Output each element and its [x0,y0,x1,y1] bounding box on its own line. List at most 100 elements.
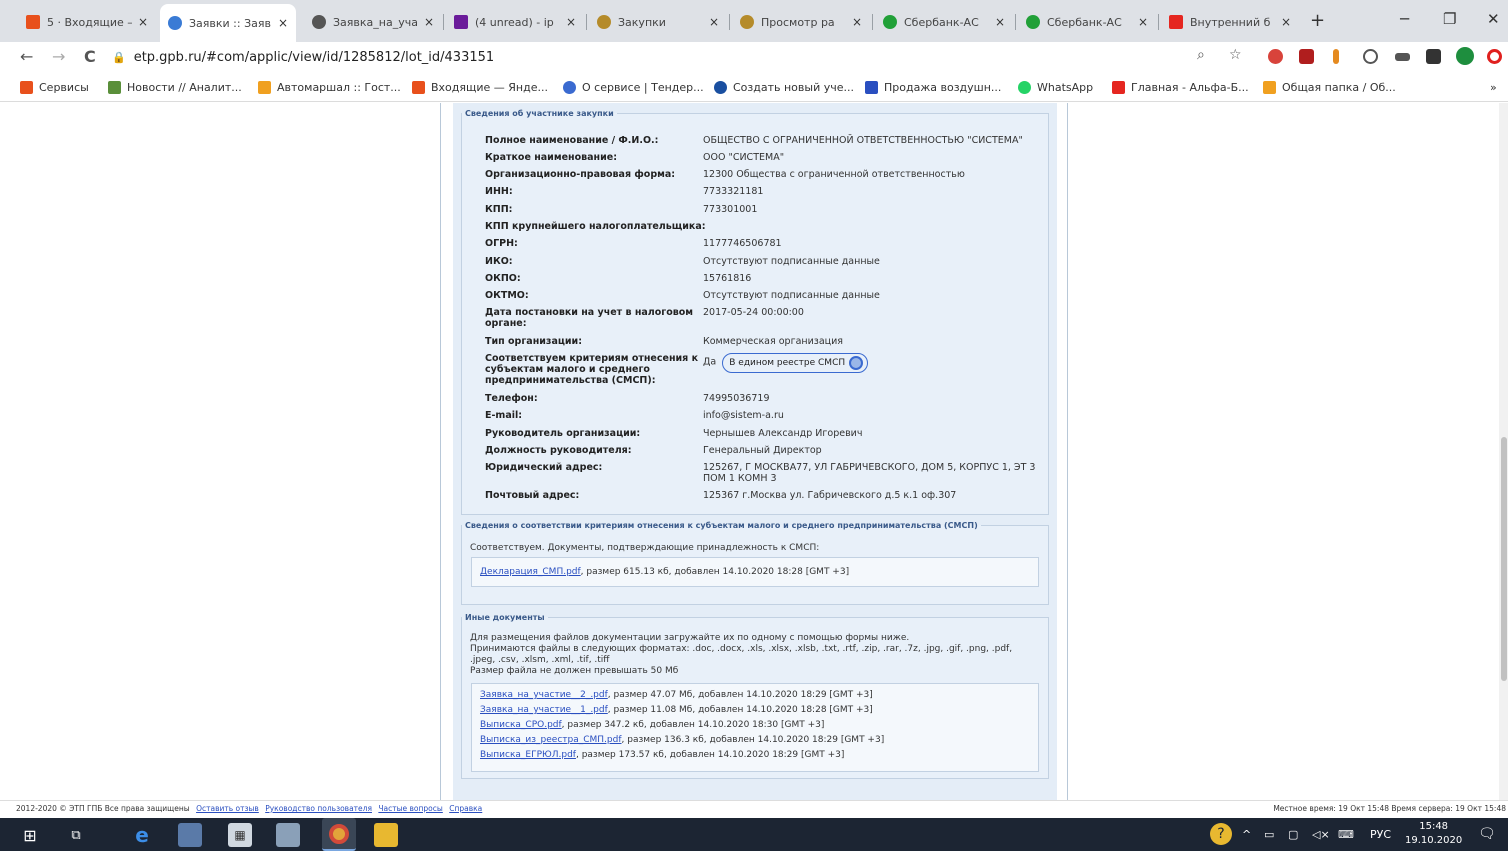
site-icon [168,16,182,30]
maximize-button[interactable]: ❐ [1443,10,1456,28]
tab-close-icon[interactable]: × [852,15,862,29]
scrollbar-thumb[interactable] [1501,437,1507,681]
bookmark-icon [258,81,271,94]
feedback-link[interactable]: Оставить отзыв [196,804,259,813]
bookmarks-more-button[interactable]: » [1490,81,1497,94]
notifications-icon[interactable]: 🗨 [1478,826,1496,842]
bookmark-item[interactable]: Новости // Аналит... [108,81,242,94]
tab-close-icon[interactable]: × [1281,15,1291,29]
tab-close-icon[interactable]: × [138,15,148,29]
zoom-icon[interactable]: ⌕ [1197,47,1205,63]
opera-icon[interactable] [1487,49,1502,64]
extension-icon[interactable] [1395,53,1410,61]
volume-icon[interactable]: ◁× [1312,828,1330,841]
network-icon[interactable]: ▭ [1264,828,1274,841]
bookmark-services[interactable]: Сервисы [20,81,89,94]
field-label: Краткое наименование: [485,152,618,163]
star-icon[interactable]: ☆ [1229,47,1242,63]
field-label: КПП крупнейшего налогоплательщика: [485,221,706,232]
bookmark-item[interactable]: Общая папка / Об... [1263,81,1396,94]
keyboard-icon[interactable]: ⌨ [1338,828,1354,841]
bookmark-item[interactable]: Автомаршал :: Гост... [258,81,401,94]
bookmark-item[interactable]: Создать новый уче... [714,81,854,94]
app-icon[interactable] [276,823,300,847]
whatsapp-icon [1018,81,1031,94]
apps-icon [20,81,33,94]
minimize-button[interactable]: ─ [1400,10,1409,28]
pdf-extension-icon[interactable] [1299,49,1314,64]
forward-button[interactable]: → [52,47,65,66]
user-guide-link[interactable]: Руководство пользователя [265,804,372,813]
close-window-button[interactable]: ✕ [1487,10,1500,28]
sber-icon [1026,15,1040,29]
field-row: ОКТМО: Отсутствуют подписанные данные [485,290,1045,301]
language-indicator[interactable]: РУС [1370,828,1391,841]
bookmark-label: Общая папка / Об... [1282,81,1396,94]
file-link[interactable]: Выписка_ЕГРЮЛ.pdf [480,750,576,760]
field-row: ОГРН: 1177746506781 [485,238,1045,249]
tab-4[interactable]: (4 unread) - ip × [446,7,584,37]
field-row: Должность руководителя: Генеральный Дирек… [485,445,1045,456]
tab-2[interactable]: Заявки :: Заяв × [160,4,296,42]
bookmark-item[interactable]: Главная - Альфа-Б... [1112,81,1249,94]
bookmark-item[interactable]: О сервисе | Тендер... [563,81,704,94]
puzzle-icon[interactable] [1426,49,1441,64]
extension-icon[interactable] [1333,49,1339,64]
extension-icon[interactable] [1268,49,1283,64]
back-button[interactable]: ← [20,47,33,66]
file-meta: , размер 615.13 кб, добавлен 14.10.2020 … [580,567,850,577]
bookmark-item[interactable]: WhatsApp [1018,81,1093,94]
address-bar[interactable]: 🔒 etp.gpb.ru/#com/applic/view/id/1285812… [112,45,1262,69]
field-row: E-mail: info@sistem-a.ru [485,410,1045,421]
file-link[interactable]: Заявка_на_участие__2_.pdf [480,690,608,700]
task-view-icon[interactable]: ⧉ [64,823,88,847]
bookmark-item[interactable]: Продажа воздушн... [865,81,1001,94]
chrome-taskbar-button[interactable] [322,818,356,851]
app-icon[interactable] [178,823,202,847]
field-label: Руководитель организации: [485,428,641,439]
store-icon[interactable]: ▦ [228,823,252,847]
taskbar: ⊞ ⧉ e ▦ ? ^ ▭ ▢ ◁× ⌨ РУС 15:48 19.10.202… [0,818,1508,851]
file-link[interactable]: Выписка_из_реестра_СМП.pdf [480,735,622,745]
reload-button[interactable]: C [84,47,96,66]
profile-avatar[interactable] [1456,47,1474,65]
field-row: Почтовый адрес: 125367 г.Москва ул. Габри… [485,490,1045,501]
file-meta: , размер 11.08 Мб, добавлен 14.10.2020 1… [607,705,873,715]
tab-close-icon[interactable]: × [278,16,288,30]
tab-close-icon[interactable]: × [424,15,434,29]
tab-5[interactable]: Закупки × [589,7,727,37]
faq-link[interactable]: Частые вопросы [378,804,442,813]
tab-6[interactable]: Просмотр ра × [732,7,870,37]
smsp-registry-badge[interactable]: В едином реестре СМСП [722,353,869,373]
extension-icon[interactable] [1363,49,1378,64]
tab-1[interactable]: 5 · Входящие — × [18,7,156,37]
ie-icon[interactable]: e [130,823,154,847]
folder-icon [1263,81,1276,94]
tab-3[interactable]: Заявка_на_уча × [304,7,442,37]
help-icon[interactable]: ? [1210,823,1232,845]
file-link[interactable]: Выписка_СРО.pdf [480,720,562,730]
tab-close-icon[interactable]: × [995,15,1005,29]
tray-expand-icon[interactable]: ^ [1242,828,1251,841]
tab-7[interactable]: Сбербанк-АС × [875,7,1013,37]
display-icon[interactable]: ▢ [1288,828,1298,841]
explorer-icon[interactable] [374,823,398,847]
clock[interactable]: 15:48 19.10.2020 [1405,820,1462,848]
file-meta: , размер 47.07 Мб, добавлен 14.10.2020 1… [607,690,873,700]
file-link[interactable]: Декларация_СМП.pdf [480,567,581,577]
field-row: Руководитель организации: Чернышев Алекса… [485,428,1045,439]
bookmark-item[interactable]: Входящие — Янде... [412,81,548,94]
tab-9[interactable]: Внутренний б × [1161,7,1299,37]
tab-close-icon[interactable]: × [1138,15,1148,29]
clock-date: 19.10.2020 [1405,835,1463,846]
tab-title: (4 unread) - ip [475,15,554,29]
tab-close-icon[interactable]: × [709,15,719,29]
windows-start-icon[interactable]: ⊞ [18,823,42,847]
help-link[interactable]: Справка [449,804,482,813]
field-label: Юридический адрес: [485,462,603,473]
new-tab-button[interactable]: + [1310,10,1325,31]
tab-close-icon[interactable]: × [566,15,576,29]
file-link[interactable]: Заявка_на_участие__1_.pdf [480,705,608,715]
file-entry: Выписка_СРО.pdf, размер 347.2 кб, добавл… [480,720,824,730]
tab-8[interactable]: Сбербанк-АС × [1018,7,1156,37]
